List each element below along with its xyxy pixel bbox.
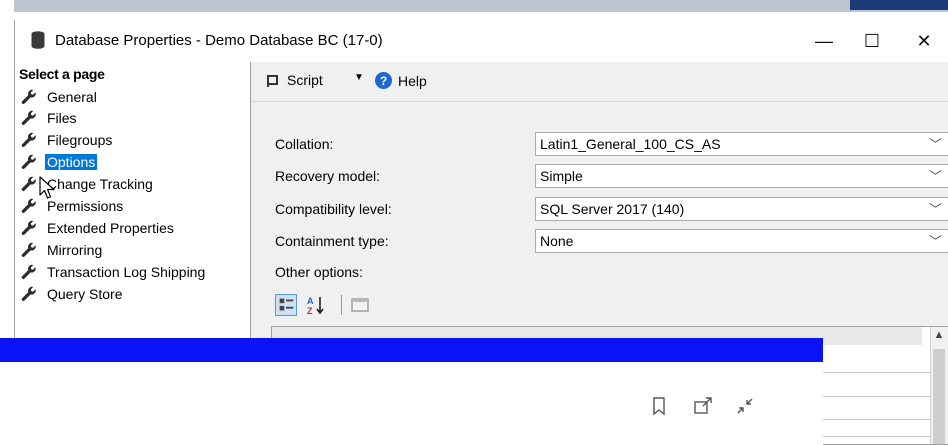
page-item-label: Query Store	[47, 285, 123, 302]
window-title: Database Properties - Demo Database BC (…	[55, 32, 383, 49]
page-item-label: Mirroring	[47, 241, 103, 258]
page-item-label: Change Tracking	[47, 175, 153, 192]
grid-row-line	[823, 419, 931, 420]
page-item-general[interactable]: General	[21, 86, 99, 107]
svg-text:Z: Z	[307, 306, 313, 316]
collation-row: Collation: Latin1_General_100_CS_AS ﹀	[275, 132, 948, 156]
scroll-thumb[interactable]	[933, 349, 945, 444]
containment-type-label: Containment type:	[275, 233, 389, 249]
close-button[interactable]: ✕	[901, 20, 947, 62]
page-item-mirroring[interactable]: Mirroring	[21, 239, 104, 260]
wrench-icon	[21, 264, 36, 279]
wrench-icon	[21, 110, 36, 125]
wrench-icon	[21, 89, 36, 104]
page-item-label: Transaction Log Shipping	[47, 263, 206, 280]
svg-text:A: A	[307, 296, 314, 306]
wrench-icon	[21, 154, 36, 169]
grid-row-line	[823, 396, 931, 397]
page-item-extended-properties[interactable]: Extended Properties	[21, 217, 176, 238]
wrench-icon	[21, 220, 36, 235]
recovery-model-label: Recovery model:	[275, 168, 381, 184]
page-item-label: Files	[47, 109, 77, 126]
property-grid-scrollbar[interactable]: ▲	[930, 327, 948, 444]
script-icon	[267, 75, 278, 87]
compatibility-level-select[interactable]: SQL Server 2017 (140) ﹀	[535, 197, 948, 221]
grid-row-line	[823, 436, 931, 437]
page-item-query-store[interactable]: Query Store	[21, 283, 124, 304]
script-button[interactable]: Script	[265, 72, 323, 88]
chevron-down-icon: ﹀	[928, 202, 942, 217]
wrench-icon	[21, 132, 36, 147]
help-label: Help	[398, 72, 427, 89]
property-grid-toolbar: A Z	[275, 292, 385, 318]
containment-type-row: Containment type: None ﹀	[275, 229, 948, 253]
scroll-up-icon[interactable]: ▲	[932, 329, 946, 343]
maximize-button[interactable]: ☐	[849, 20, 895, 62]
categorized-view-icon[interactable]	[275, 294, 297, 316]
minimize-button[interactable]: —	[801, 20, 847, 62]
page-item-options[interactable]: Options	[21, 151, 98, 172]
chevron-down-icon: ﹀	[928, 169, 942, 184]
collapse-icon[interactable]	[735, 396, 755, 416]
bookmark-icon[interactable]	[649, 396, 669, 416]
collation-select[interactable]: Latin1_General_100_CS_AS ﹀	[535, 132, 948, 156]
page-list-header: Select a page	[19, 66, 105, 82]
overlay-header-band	[0, 338, 823, 362]
help-icon: ?	[375, 72, 392, 89]
toolbar-divider	[341, 295, 342, 315]
page-item-label: Filegroups	[47, 131, 113, 148]
collation-value: Latin1_General_100_CS_AS	[540, 136, 721, 152]
script-dropdown-arrow[interactable]: ▼	[354, 72, 364, 83]
help-button[interactable]: ? Help	[375, 72, 427, 89]
compatibility-level-label: Compatibility level:	[275, 201, 392, 217]
other-options-label: Other options:	[275, 264, 363, 280]
wrench-icon	[21, 176, 36, 191]
page-item-label: Permissions	[47, 197, 124, 214]
sort-alphabetical-icon[interactable]: A Z	[305, 294, 327, 316]
wrench-icon	[21, 242, 36, 257]
page-item-transaction-log-shipping[interactable]: Transaction Log Shipping	[21, 261, 207, 282]
mouse-pointer-icon	[39, 176, 55, 199]
chevron-down-icon: ﹀	[928, 137, 942, 152]
page-item-filegroups[interactable]: Filegroups	[21, 129, 114, 150]
database-icon	[31, 31, 45, 49]
grid-row-line	[823, 372, 931, 373]
background-accent	[850, 0, 948, 10]
compatibility-level-value: SQL Server 2017 (140)	[540, 201, 685, 217]
share-icon[interactable]	[693, 396, 713, 416]
property-pages-icon[interactable]	[349, 294, 371, 316]
wrench-icon	[21, 286, 36, 301]
page-item-label: Options	[45, 153, 98, 170]
containment-type-select[interactable]: None ﹀	[535, 229, 948, 253]
containment-type-value: None	[540, 233, 574, 249]
recovery-model-select[interactable]: Simple ﹀	[535, 164, 948, 188]
background-taskbar	[14, 0, 948, 12]
script-label: Script	[287, 72, 323, 88]
collation-label: Collation:	[275, 136, 334, 152]
title-bar[interactable]: Database Properties - Demo Database BC (…	[15, 20, 948, 62]
overlay-panel	[0, 362, 823, 445]
chevron-down-icon: ﹀	[928, 234, 942, 249]
compatibility-level-row: Compatibility level: SQL Server 2017 (14…	[275, 197, 948, 221]
page-item-files[interactable]: Files	[21, 107, 79, 128]
wrench-icon	[21, 198, 36, 213]
page-item-label: General	[47, 88, 97, 105]
dialog-toolbar: Script ▼ ? Help	[251, 62, 948, 102]
recovery-model-row: Recovery model: Simple ﹀	[275, 164, 948, 188]
page-item-label: Extended Properties	[47, 219, 174, 236]
page-item-permissions[interactable]: Permissions	[21, 195, 125, 216]
recovery-model-value: Simple	[540, 168, 583, 184]
